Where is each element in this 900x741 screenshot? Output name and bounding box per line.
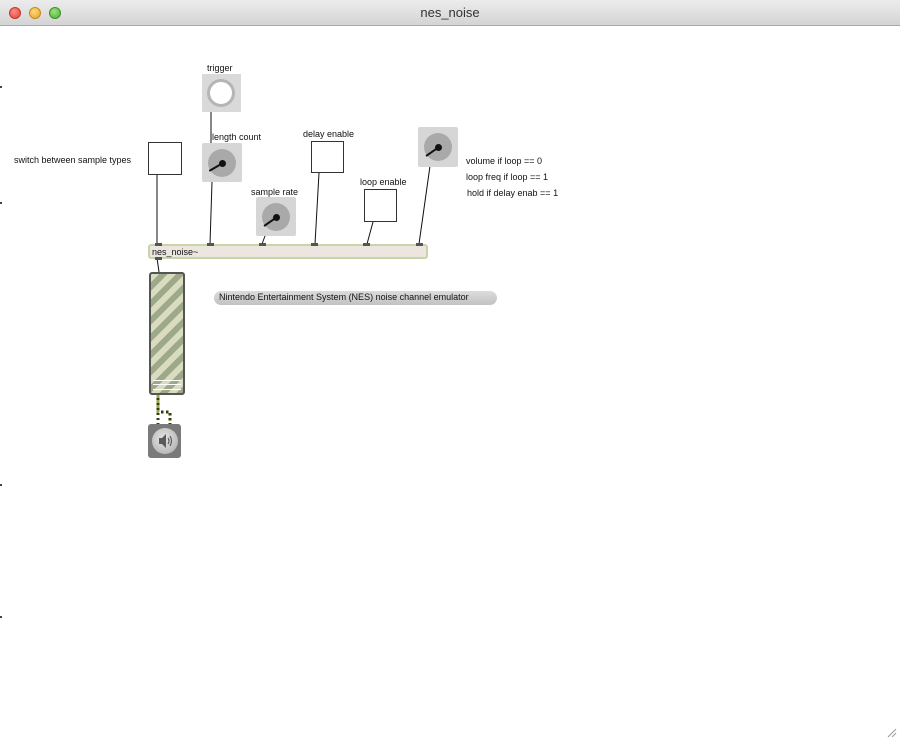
inlet[interactable] xyxy=(311,243,318,246)
trigger-bang-button[interactable] xyxy=(202,74,241,112)
cord-length-to-nes-noise xyxy=(209,181,213,245)
inlet[interactable] xyxy=(155,243,162,246)
length-count-label: length count xyxy=(212,132,262,142)
patch-canvas[interactable]: trigger length count sample rate delay e… xyxy=(0,26,900,741)
window-title: nes_noise xyxy=(420,5,480,20)
volume-dial[interactable] xyxy=(418,127,458,167)
gain-slider-handle[interactable] xyxy=(153,380,181,390)
loop-enable-toggle[interactable] xyxy=(364,189,397,222)
signal-cord-gain-to-dac xyxy=(156,395,172,424)
trigger-label: trigger xyxy=(207,63,233,73)
nes-noise-object-text: nes_noise~ xyxy=(152,247,199,257)
length-count-dial[interactable] xyxy=(202,143,242,182)
loop-enable-label: loop enable xyxy=(360,177,407,187)
outlet[interactable] xyxy=(155,257,162,260)
nes-noise-object[interactable]: nes_noise~ xyxy=(148,243,428,260)
audio-output-button[interactable] xyxy=(148,424,181,458)
sample-type-toggle[interactable] xyxy=(148,142,182,175)
delay-enable-toggle[interactable] xyxy=(311,141,344,173)
cord-nes-noise-to-gain xyxy=(156,257,160,273)
resize-grip-icon[interactable] xyxy=(887,728,897,738)
delay-enable-label: delay enable xyxy=(303,129,355,139)
inlet[interactable] xyxy=(363,243,370,246)
inlet[interactable] xyxy=(416,243,423,246)
volume-note-1: volume if loop == 0 xyxy=(466,156,543,166)
inlet[interactable] xyxy=(259,243,266,246)
gain-slider[interactable] xyxy=(149,272,185,395)
sample-rate-dial[interactable] xyxy=(256,197,296,236)
cord-volume-to-nes-noise xyxy=(418,165,431,245)
inlet[interactable] xyxy=(207,243,214,246)
volume-note-3: hold if delay enab == 1 xyxy=(467,188,559,198)
cord-loop-to-nes-noise xyxy=(366,221,374,245)
volume-note-2: loop freq if loop == 1 xyxy=(466,172,549,182)
cord-delay-to-nes-noise xyxy=(314,172,320,245)
title-bar: nes_noise xyxy=(0,0,900,26)
speaker-icon xyxy=(159,434,173,448)
trigger-bang-icon xyxy=(207,79,235,107)
description-comment: Nintendo Entertainment System (NES) nois… xyxy=(214,291,497,305)
signal-cord-gain-to-dac-right xyxy=(158,410,172,424)
switch-sample-types-label: switch between sample types xyxy=(14,155,132,165)
